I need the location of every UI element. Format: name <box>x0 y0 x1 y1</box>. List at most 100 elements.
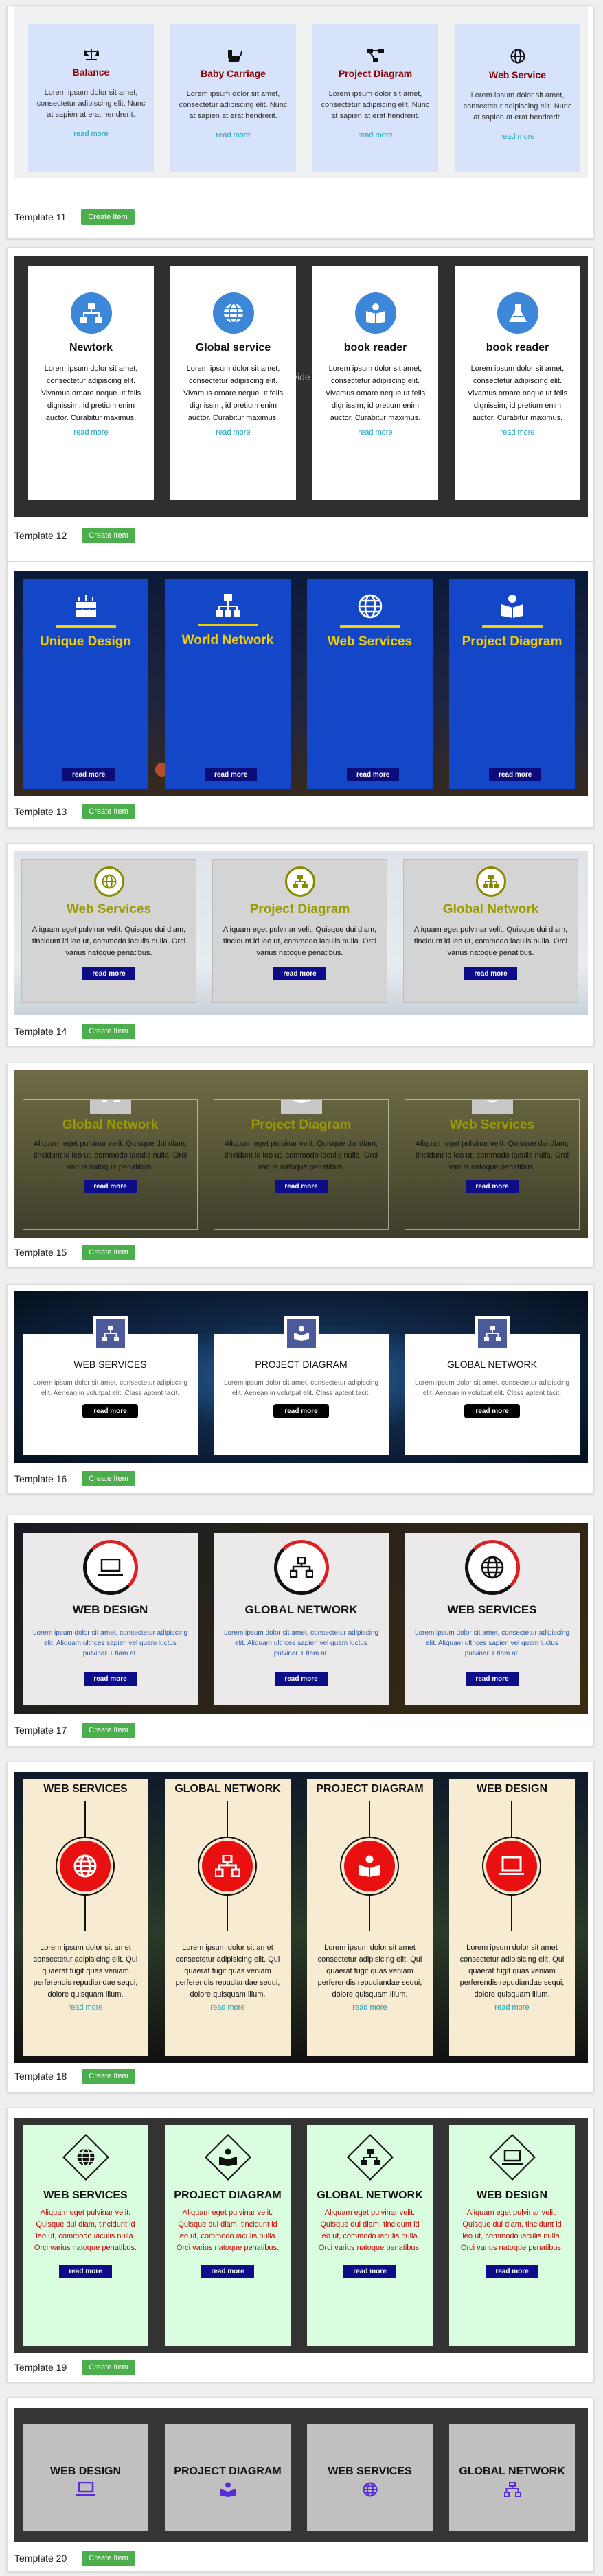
create-item-button[interactable]: Create Item <box>82 1471 135 1486</box>
t16-card-title: GLOBAL NETWORK <box>447 1359 537 1370</box>
t18-card: WEB SERVICES Lorem ipsum dolor sit amet … <box>23 1779 148 2056</box>
template-name: Template 12 <box>14 530 67 541</box>
network-icon <box>273 1540 329 1595</box>
t17-card: GLOBAL NETWORK Lorem ipsum dolor sit ame… <box>214 1533 389 1705</box>
template-18-preview: WEB SERVICES Lorem ipsum dolor sit amet … <box>14 1772 588 2063</box>
title-underline <box>481 625 543 628</box>
laptop-icon <box>82 1540 138 1595</box>
template-name: Template 15 <box>14 1247 67 1258</box>
t17-card-text: Lorem ipsum dolor sit amet, consectetur … <box>32 1629 188 1657</box>
t12-read-more-link[interactable]: read more <box>73 428 108 437</box>
t12-read-more-link[interactable]: read more <box>216 428 250 437</box>
network-icon <box>449 2482 575 2497</box>
t14-read-more-button[interactable]: read more <box>273 967 326 980</box>
create-item-button[interactable]: Create Item <box>82 2360 135 2375</box>
laptop-icon <box>488 2134 536 2181</box>
t13-card: World Network read more <box>165 579 291 789</box>
t20-card-title: GLOBAL NETWORK <box>459 2465 565 2477</box>
t11-card: Web Service Lorem ipsum dolor sit amet, … <box>455 24 580 172</box>
t17-card-title: GLOBAL NETWORK <box>244 1603 358 1616</box>
t18-read-more-link[interactable]: read more <box>68 2003 102 2012</box>
t19-read-more-button[interactable]: read more <box>486 2265 538 2278</box>
t12-card: book reader Lorem ipsum dolor sit amet, … <box>312 266 438 500</box>
t11-card-text: Lorem ipsum dolor sit amet, consectetur … <box>179 90 288 120</box>
t15-read-more-button[interactable]: read more <box>275 1180 328 1193</box>
template-13-preview: Unique Design read more World Network re… <box>14 571 588 796</box>
t15-read-more-button[interactable]: read more <box>84 1180 137 1193</box>
t16-read-more-button[interactable]: read more <box>82 1404 138 1418</box>
t11-read-more-link[interactable]: read more <box>500 133 534 141</box>
t19-read-more-button[interactable]: read more <box>59 2265 112 2278</box>
t13-card: Web Services read more <box>307 579 433 789</box>
t11-read-more-link[interactable]: read more <box>358 131 392 139</box>
t13-read-more-button[interactable]: read more <box>489 768 542 781</box>
create-item-button[interactable]: Create Item <box>82 2069 135 2084</box>
t11-card: Baby Carriage Lorem ipsum dolor sit amet… <box>170 24 296 172</box>
t20-card-title: PROJECT DIAGRAM <box>174 2465 282 2477</box>
t19-read-more-button[interactable]: read more <box>343 2265 396 2278</box>
t15-card: Global Network Aliquam eget pulvinar vel… <box>23 1099 198 1230</box>
t11-read-more-link[interactable]: read more <box>73 130 108 138</box>
template-20-preview: WEB DESIGN PROJECT DIAGRAM WEB SERVICES … <box>14 2408 588 2542</box>
t13-read-more-button[interactable]: read more <box>205 768 258 781</box>
t19-card: WEB DESIGN Aliquam eget pulvinar velit. … <box>449 2125 575 2346</box>
t12-card-text: Lorem ipsum dolor sit amet, consectetur … <box>467 365 568 422</box>
t15-footer: Template 15 Create Item <box>14 1245 135 1260</box>
t17-card: WEB DESIGN Lorem ipsum dolor sit amet, c… <box>23 1533 198 1705</box>
t19-card-title: GLOBAL NETWORK <box>317 2189 423 2201</box>
globe-icon <box>455 49 580 64</box>
t17-read-more-button[interactable]: read more <box>275 1672 328 1686</box>
template-19-preview: WEB SERVICES Aliquam eget pulvinar velit… <box>14 2118 588 2353</box>
t13-read-more-button[interactable]: read more <box>62 768 115 781</box>
t11-read-more-link[interactable]: read more <box>216 131 250 139</box>
t11-card: Project Diagram Lorem ipsum dolor sit am… <box>312 24 438 172</box>
book-reader-icon <box>354 292 396 334</box>
t12-card-title: book reader <box>486 342 549 354</box>
create-item-button[interactable]: Create Item <box>82 804 135 819</box>
t12-read-more-link[interactable]: read more <box>358 428 392 437</box>
book-reader-icon <box>204 2134 251 2181</box>
create-item-button[interactable]: Create Item <box>81 209 135 225</box>
globe-icon <box>307 594 433 619</box>
t18-read-more-link[interactable]: read more <box>494 2003 529 2012</box>
create-item-button[interactable]: Create Item <box>82 1245 135 1260</box>
network-icon <box>89 1100 131 1114</box>
t12-read-more-link[interactable]: read more <box>500 428 534 437</box>
template-12-panel: vide Newtork Lorem ipsum dolor sit amet,… <box>7 247 594 562</box>
t15-card: Web Services Aliquam eget pulvinar velit… <box>405 1099 580 1230</box>
laptop-icon <box>23 2482 148 2496</box>
t11-card: Balance Lorem ipsum dolor sit amet, cons… <box>28 24 154 172</box>
t17-read-more-button[interactable]: read more <box>466 1672 519 1686</box>
t18-footer: Template 18 Create Item <box>14 2069 135 2084</box>
t15-read-more-button[interactable]: read more <box>466 1180 519 1193</box>
t14-footer: Template 14 Create Item <box>14 1024 135 1039</box>
t17-card-title: WEB SERVICES <box>447 1603 537 1616</box>
t14-card-text: Aliquam eget pulvinar velit. Quisque dui… <box>413 925 568 957</box>
create-item-button[interactable]: Create Item <box>82 1024 135 1039</box>
t13-read-more-button[interactable]: read more <box>347 768 400 781</box>
t19-read-more-button[interactable]: read more <box>201 2265 254 2278</box>
t16-read-more-button[interactable]: read more <box>464 1404 520 1418</box>
create-item-button[interactable]: Create Item <box>82 1723 135 1738</box>
t14-card-title: Web Services <box>66 902 152 917</box>
network-icon <box>202 1841 253 1891</box>
t20-card-title: WEB SERVICES <box>328 2465 412 2477</box>
book-reader-icon <box>344 1841 395 1891</box>
create-item-button[interactable]: Create Item <box>82 528 135 543</box>
template-name: Template 14 <box>14 1026 67 1037</box>
book-reader-icon <box>280 1100 322 1114</box>
create-item-button[interactable]: Create Item <box>82 2551 135 2566</box>
t13-footer: Template 13 Create Item <box>14 804 135 819</box>
t19-card-text: Aliquam eget pulvinar velit. Quisque dui… <box>460 2209 564 2252</box>
t17-read-more-button[interactable]: read more <box>84 1672 137 1686</box>
t15-card-text: Aliquam eget pulvinar velit. Quisque dui… <box>224 1140 378 1171</box>
t16-read-more-button[interactable]: read more <box>273 1404 329 1418</box>
t18-read-more-link[interactable]: read more <box>210 2003 244 2012</box>
template-name: Template 13 <box>14 806 67 817</box>
t14-read-more-button[interactable]: read more <box>464 967 517 980</box>
t14-read-more-button[interactable]: read more <box>82 967 135 980</box>
t16-card: PROJECT DIAGRAM Lorem ipsum dolor sit am… <box>214 1316 389 1455</box>
book-reader-icon <box>449 594 575 619</box>
t18-card-title: GLOBAL NETWORK <box>174 1783 281 1795</box>
t18-read-more-link[interactable]: read more <box>352 2003 387 2012</box>
